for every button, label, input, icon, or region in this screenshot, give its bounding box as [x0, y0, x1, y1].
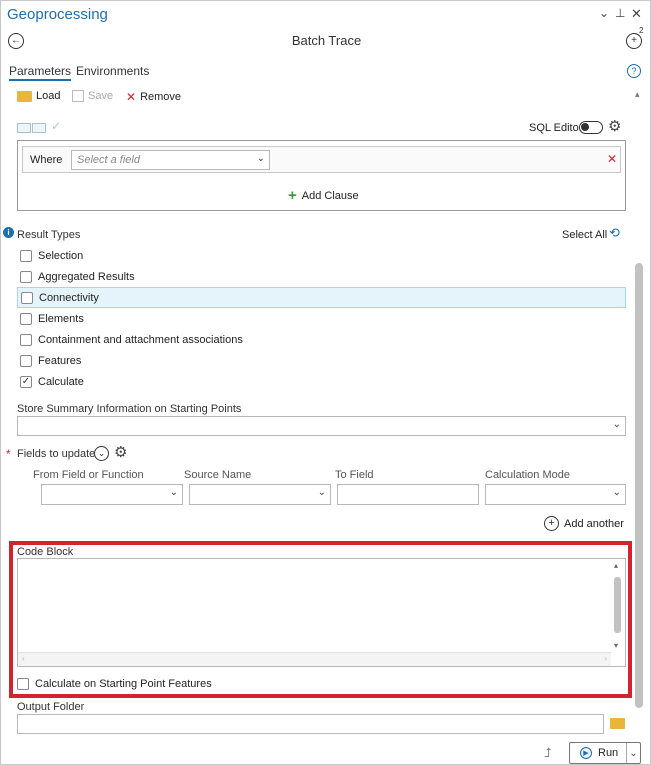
store-summary-select[interactable]: ⌄ — [17, 416, 626, 436]
highlight-box — [9, 541, 632, 698]
help-icon[interactable]: ? — [627, 64, 641, 78]
result-type-elements[interactable]: Elements — [17, 308, 626, 329]
result-type-features[interactable]: Features — [17, 350, 626, 371]
sql-editor-toggle[interactable] — [579, 121, 603, 134]
fields-settings-gear-icon[interactable]: ⚙ — [114, 443, 127, 461]
field-select[interactable]: Select a field ⌄ — [71, 150, 270, 170]
chevron-down-icon: ⌄ — [317, 487, 326, 498]
pane-options-icon[interactable]: ⌄ — [599, 6, 609, 20]
column-header-from-field: From Field or Function — [33, 469, 144, 481]
save-icon — [72, 90, 84, 102]
column-header-to-field: To Field — [335, 469, 374, 481]
result-types-label: Result Types — [17, 229, 81, 241]
checkbox[interactable] — [20, 249, 32, 262]
query-settings-gear-icon[interactable]: ⚙ — [608, 117, 621, 135]
pane-scroll-thumb[interactable] — [635, 263, 643, 708]
sql-editor-label: SQL Editor — [529, 122, 583, 134]
chevron-down-icon: ⌄ — [612, 487, 621, 498]
pane-scroll-up-icon[interactable]: ▴ — [635, 89, 640, 100]
to-field-input[interactable] — [337, 484, 479, 505]
close-pane-icon[interactable]: ✕ — [631, 6, 642, 22]
add-another-button[interactable]: + Add another — [544, 516, 624, 531]
source-name-select[interactable]: ⌄ — [189, 484, 331, 505]
sql-mode-icon[interactable] — [32, 123, 46, 133]
delete-clause-icon[interactable]: ✕ — [607, 152, 617, 166]
fields-to-update-label: Fields to update — [17, 448, 96, 460]
info-icon[interactable]: i — [3, 227, 14, 238]
required-asterisk: * — [6, 447, 11, 461]
plus-icon: + — [288, 187, 297, 204]
chevron-down-icon: ⌄ — [612, 419, 621, 430]
checkbox-checked[interactable]: ✓ — [20, 375, 32, 388]
pane-title: Geoprocessing — [7, 6, 108, 23]
where-clause-row: Where Select a field ⌄ ✕ — [22, 146, 621, 173]
add-clause-button[interactable]: + Add Clause — [288, 187, 359, 204]
from-field-select[interactable]: ⌄ — [41, 484, 183, 505]
validate-check-icon[interactable]: ✓ — [51, 119, 61, 133]
batch-tool-icon[interactable]: ⮥ — [544, 745, 552, 761]
geoprocessing-pane: Geoprocessing ⌄ ⊥ ✕ ← Batch Trace + 2 Pa… — [0, 0, 651, 765]
load-button[interactable]: Load — [17, 90, 60, 102]
result-type-aggregated[interactable]: Aggregated Results — [17, 266, 626, 287]
where-label: Where — [30, 154, 63, 166]
chevron-down-icon: ⌄ — [169, 487, 178, 498]
folder-open-icon — [17, 90, 32, 102]
tab-parameters[interactable]: Parameters — [9, 64, 72, 81]
result-type-containment[interactable]: Containment and attachment associations — [17, 329, 626, 350]
add-tool-icon[interactable]: + — [626, 33, 642, 49]
result-type-selection[interactable]: Selection — [17, 245, 626, 266]
result-type-connectivity[interactable]: Connectivity — [17, 287, 626, 308]
result-types-list: Selection Aggregated Results Connectivit… — [17, 245, 626, 393]
tab-environments[interactable]: Environments — [76, 64, 149, 78]
chevron-down-icon: ⌄ — [256, 153, 265, 164]
reset-icon[interactable]: ⟲ — [609, 225, 620, 241]
checkbox[interactable] — [20, 333, 32, 346]
browse-folder-icon[interactable] — [610, 718, 625, 729]
output-folder-label: Output Folder — [17, 701, 85, 713]
save-button[interactable]: Save — [72, 90, 113, 102]
field-select-placeholder: Select a field — [77, 154, 140, 166]
column-header-calculation-mode: Calculation Mode — [485, 469, 570, 481]
play-icon: ▶ — [580, 747, 592, 759]
result-type-calculate[interactable]: ✓ Calculate — [17, 371, 626, 392]
checkbox[interactable] — [20, 270, 32, 283]
calculation-mode-select[interactable]: ⌄ — [485, 484, 626, 505]
output-folder-input[interactable] — [17, 714, 604, 734]
add-tool-superscript: 2 — [639, 26, 644, 35]
run-button[interactable]: ▶ Run ⌄ — [569, 742, 641, 764]
auto-hide-pin-icon[interactable]: ⊥ — [615, 6, 625, 20]
tool-name: Batch Trace — [291, 33, 362, 48]
column-header-source-name: Source Name — [184, 469, 252, 481]
add-circle-icon: + — [544, 516, 559, 531]
toggle-knob — [581, 123, 589, 131]
store-summary-label: Store Summary Information on Starting Po… — [17, 403, 242, 415]
run-options-chevron-icon[interactable]: ⌄ — [626, 743, 640, 763]
checkbox[interactable] — [20, 354, 32, 367]
query-builder: Where Select a field ⌄ ✕ + Add Clause — [17, 140, 626, 211]
expand-chevron-icon[interactable]: ⌄ — [94, 446, 109, 461]
checkbox[interactable] — [21, 291, 33, 304]
checkbox[interactable] — [20, 312, 32, 325]
clause-mode-icon[interactable] — [17, 123, 31, 133]
select-all-link[interactable]: Select All — [562, 229, 607, 241]
remove-x-icon: ✕ — [126, 90, 137, 104]
remove-button[interactable]: ✕ Remove — [126, 90, 181, 104]
